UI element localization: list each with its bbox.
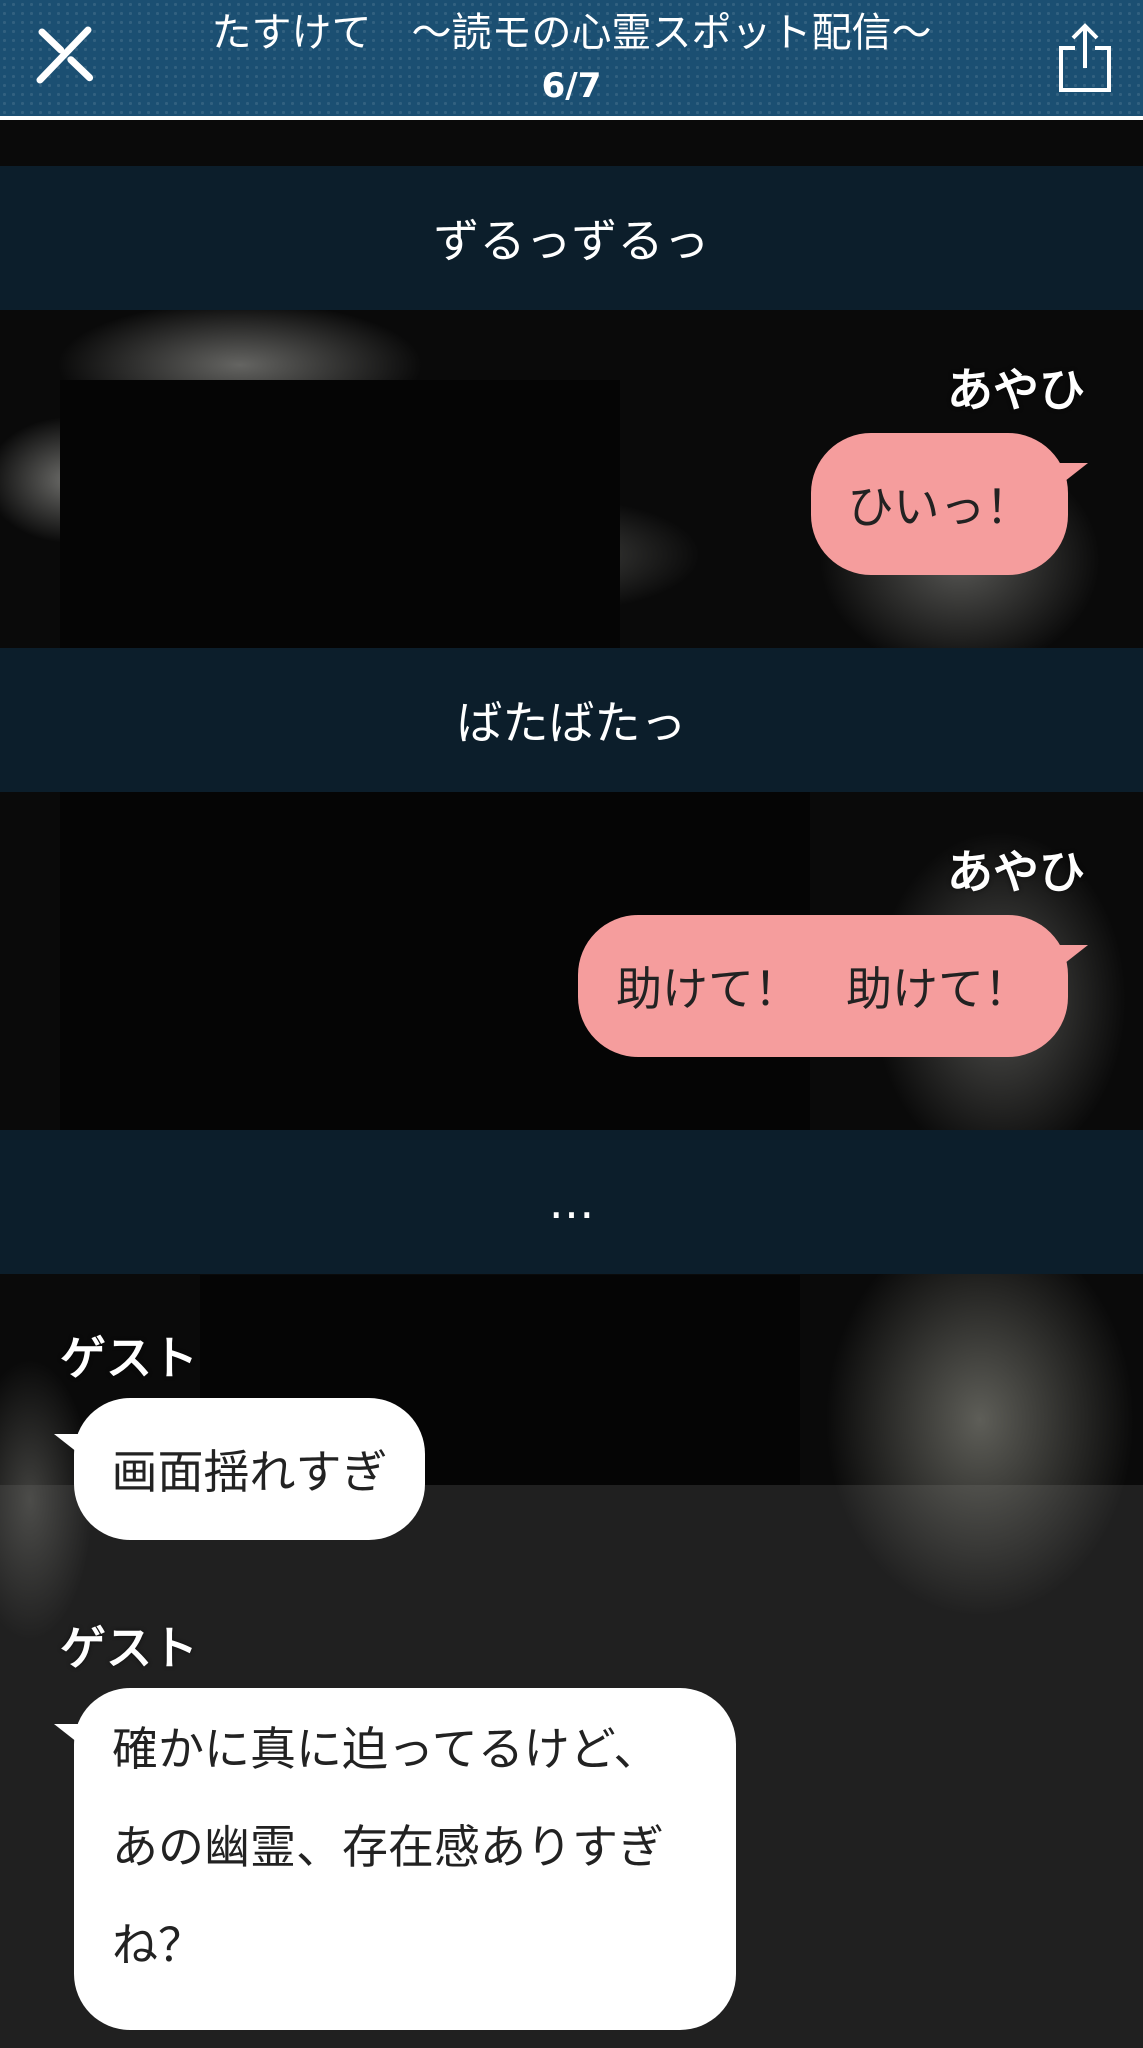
message-line: ね？ bbox=[112, 1918, 204, 1972]
narration-bar: … bbox=[0, 1130, 1143, 1274]
background-shadow bbox=[60, 380, 620, 650]
story-viewer: たすけて ～読モの心霊スポット配信～ 6/7 ずるっずるっ あやひ ひいっ！ ば… bbox=[0, 0, 1143, 2048]
message-bubble: ひいっ！ bbox=[811, 433, 1088, 575]
share-button[interactable] bbox=[1055, 22, 1115, 94]
share-icon bbox=[1059, 23, 1111, 92]
message-line: あの幽霊、存在感ありすぎ bbox=[112, 1820, 664, 1874]
page-indicator: 6/7 bbox=[541, 66, 602, 106]
speaker-name: あやひ bbox=[947, 363, 1085, 417]
speaker-name: ゲスト bbox=[60, 1331, 198, 1385]
narration-text: ずるっずるっ bbox=[433, 214, 710, 268]
close-button[interactable] bbox=[30, 18, 106, 94]
app-header: たすけて ～読モの心霊スポット配信～ 6/7 bbox=[0, 0, 1143, 120]
narration-bar: ずるっずるっ bbox=[0, 166, 1143, 310]
narration-text: ばたばたっ bbox=[456, 696, 687, 750]
message-bubble: 確かに真に迫ってるけど、 あの幽霊、存在感ありすぎ ね？ bbox=[54, 1688, 736, 2030]
message-text: ひいっ！ bbox=[847, 480, 1032, 534]
narration-bar: ばたばたっ bbox=[0, 648, 1143, 792]
message-bubble: 画面揺れすぎ bbox=[54, 1398, 425, 1540]
message-line: 確かに真に迫ってるけど、 bbox=[112, 1722, 660, 1776]
speaker-name: あやひ bbox=[947, 845, 1085, 899]
message-bubble: 助けて！ 助けて！ bbox=[578, 915, 1088, 1057]
message-text: 画面揺れすぎ bbox=[111, 1445, 388, 1499]
narration-text: … bbox=[548, 1175, 595, 1229]
story-title: たすけて ～読モの心霊スポット配信～ bbox=[211, 10, 932, 56]
close-icon bbox=[36, 26, 96, 84]
message-text: 助けて！ 助けて！ bbox=[616, 962, 1030, 1016]
speaker-name: ゲスト bbox=[60, 1621, 198, 1675]
